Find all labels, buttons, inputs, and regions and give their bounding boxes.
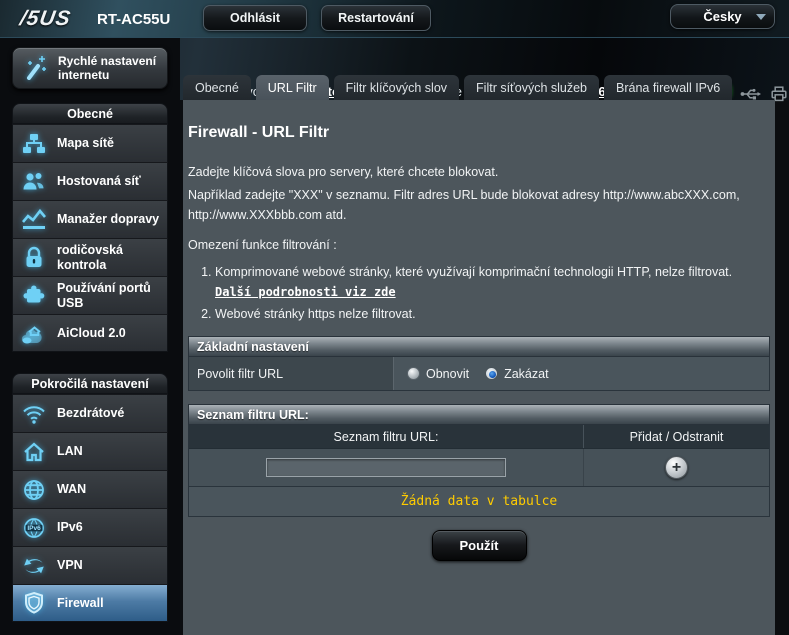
lan-house-icon: [19, 440, 49, 464]
sidebar-item-vpn[interactable]: VPN: [12, 546, 168, 584]
traffic-manager-icon: [19, 208, 49, 232]
limitation-text: Komprimované webové stránky, které využí…: [215, 265, 732, 279]
main-panel: Firewall - URL Filtr Zadejte klíčová slo…: [183, 100, 775, 635]
wan-globe-icon: [19, 478, 49, 502]
tab-general[interactable]: Obecné: [183, 75, 251, 100]
sidebar-item-label: Hostovaná síť: [57, 174, 141, 188]
radio-option-disable[interactable]: Zakázat: [485, 367, 548, 381]
guest-network-icon: [19, 170, 49, 194]
sidebar-item-traffic-manager[interactable]: Manažer dopravy: [12, 200, 168, 238]
limitation-item: Webové stránky https nelze filtrovat.: [215, 304, 770, 324]
asus-logo: /5US: [18, 7, 73, 31]
tab-keyword-filter[interactable]: Filtr klíčových slov: [334, 75, 459, 100]
enable-url-filter-options: Obnovit Zakázat: [394, 357, 769, 390]
logout-button[interactable]: Odhlásit: [203, 5, 307, 31]
radio-option-enable[interactable]: Obnovit: [407, 367, 469, 381]
limitation-item: Komprimované webové stránky, které využí…: [215, 262, 770, 302]
firewall-shield-icon: [19, 591, 49, 615]
limitation-text: Webové stránky https nelze filtrovat.: [215, 307, 416, 321]
reboot-button[interactable]: Restartování: [321, 5, 431, 31]
sidebar-section-advanced: Pokročilá nastavení Bezdrátové LAN WAN I…: [12, 373, 168, 622]
url-filter-list-section: Seznam filtru URL: Seznam filtru URL: Př…: [188, 404, 770, 517]
vpn-arrows-icon: [19, 554, 49, 578]
sidebar-item-aicloud[interactable]: AiCloud 2.0: [12, 314, 168, 352]
sidebar-item-lan[interactable]: LAN: [12, 432, 168, 470]
radio-disable-label: Zakázat: [504, 367, 548, 381]
basic-settings-header: Základní nastavení: [188, 336, 770, 357]
router-model: RT-AC55U: [97, 11, 170, 28]
sidebar-item-wan[interactable]: WAN: [12, 470, 168, 508]
column-header-add-remove: Přidat / Odstranit: [583, 425, 769, 448]
firewall-tabs: Obecné URL Filtr Filtr klíčových slov Fi…: [183, 75, 732, 100]
sidebar: Rychlé nastavení internetu Obecné Mapa s…: [0, 38, 180, 635]
usb-icon[interactable]: [740, 87, 762, 101]
tab-network-services-filter[interactable]: Filtr síťových služeb: [464, 75, 599, 100]
aicloud-icon: [19, 321, 49, 345]
url-filter-input-row: +: [189, 449, 769, 486]
empty-table-message: Žádná data v tabulce: [189, 486, 769, 516]
basic-settings-section: Základní nastavení Povolit filtr URL Obn…: [188, 336, 770, 391]
sidebar-item-firewall[interactable]: Firewall: [12, 584, 168, 622]
ipv6-icon: IPv6: [19, 516, 49, 540]
description-line-1: Zadejte klíčová slova pro servery, které…: [188, 162, 770, 182]
usb-application-puzzle-icon: [19, 284, 49, 308]
page-description: Zadejte klíčová slova pro servery, které…: [188, 162, 770, 225]
page-title: Firewall - URL Filtr: [188, 100, 770, 142]
sidebar-item-label: Používání portů USB: [57, 281, 161, 310]
sidebar-item-label: Mapa sítě: [57, 136, 114, 150]
magic-wand-icon: [21, 53, 51, 83]
general-section-header: Obecné: [12, 103, 168, 124]
sidebar-item-ipv6[interactable]: IPv6 IPv6: [12, 508, 168, 546]
radio-enable-icon[interactable]: [407, 367, 420, 380]
language-selector-label: Česky: [703, 9, 741, 24]
sidebar-item-label: Bezdrátové: [57, 406, 124, 420]
sidebar-item-label: IPv6: [57, 520, 83, 534]
sidebar-item-label: rodičovská kontrola: [57, 243, 161, 272]
advanced-section-header: Pokročilá nastavení: [12, 373, 168, 394]
sidebar-item-label: Manažer dopravy: [57, 212, 159, 226]
sidebar-item-usb-application[interactable]: Používání portů USB: [12, 276, 168, 314]
sidebar-item-label: VPN: [57, 558, 83, 572]
limitations-list: Komprimované webové stránky, které využí…: [188, 262, 770, 324]
svg-text:IPv6: IPv6: [27, 524, 41, 531]
sidebar-item-label: AiCloud 2.0: [57, 326, 126, 340]
url-filter-table: Seznam filtru URL: Přidat / Odstranit + …: [188, 425, 770, 517]
radio-disable-icon[interactable]: [485, 367, 498, 380]
apply-button[interactable]: Použít: [432, 530, 527, 561]
more-details-link[interactable]: Další podrobnosti viz zde: [215, 285, 396, 299]
network-map-icon: [19, 132, 49, 156]
sidebar-item-label: Firewall: [57, 596, 104, 610]
description-line-2: Například zadejte "XXX" v seznamu. Filtr…: [188, 185, 770, 225]
top-bar: /5US RT-AC55U Odhlásit Restartování Česk…: [0, 0, 789, 38]
wireless-icon: [19, 402, 49, 426]
tab-url-filter[interactable]: URL Filtr: [256, 75, 329, 100]
column-header-url-list: Seznam filtru URL:: [189, 425, 583, 448]
url-filter-input[interactable]: [266, 458, 506, 477]
enable-url-filter-label: Povolit filtr URL: [189, 357, 394, 390]
tab-ipv6-firewall[interactable]: Brána firewall IPv6: [604, 75, 732, 100]
sidebar-item-label: LAN: [57, 444, 83, 458]
apply-row: Použít: [188, 530, 770, 561]
plus-icon: +: [672, 460, 681, 476]
url-filter-list-header: Seznam filtru URL:: [188, 404, 770, 425]
language-selector[interactable]: Česky: [670, 4, 775, 29]
sidebar-item-parental-control[interactable]: rodičovská kontrola: [12, 238, 168, 276]
limitations-heading: Omezení funkce filtrování :: [188, 238, 770, 252]
add-entry-button[interactable]: +: [665, 456, 688, 479]
parental-control-lock-icon: [19, 246, 49, 270]
quick-internet-setup-button[interactable]: Rychlé nastavení internetu: [12, 47, 168, 89]
sidebar-item-network-map[interactable]: Mapa sítě: [12, 124, 168, 162]
enable-url-filter-row: Povolit filtr URL Obnovit Zakázat: [188, 357, 770, 391]
sidebar-item-wireless[interactable]: Bezdrátové: [12, 394, 168, 432]
radio-enable-label: Obnovit: [426, 367, 469, 381]
url-filter-table-head: Seznam filtru URL: Přidat / Odstranit: [189, 425, 769, 449]
sidebar-item-guest-network[interactable]: Manažer dopravy Hostovaná síť: [12, 162, 168, 200]
quick-internet-setup-label: Rychlé nastavení internetu: [58, 54, 159, 83]
sidebar-item-label: WAN: [57, 482, 86, 496]
sidebar-section-general: Obecné Mapa sítě Manažer dopravy Hostova…: [12, 103, 168, 352]
chevron-down-icon: [756, 14, 766, 20]
